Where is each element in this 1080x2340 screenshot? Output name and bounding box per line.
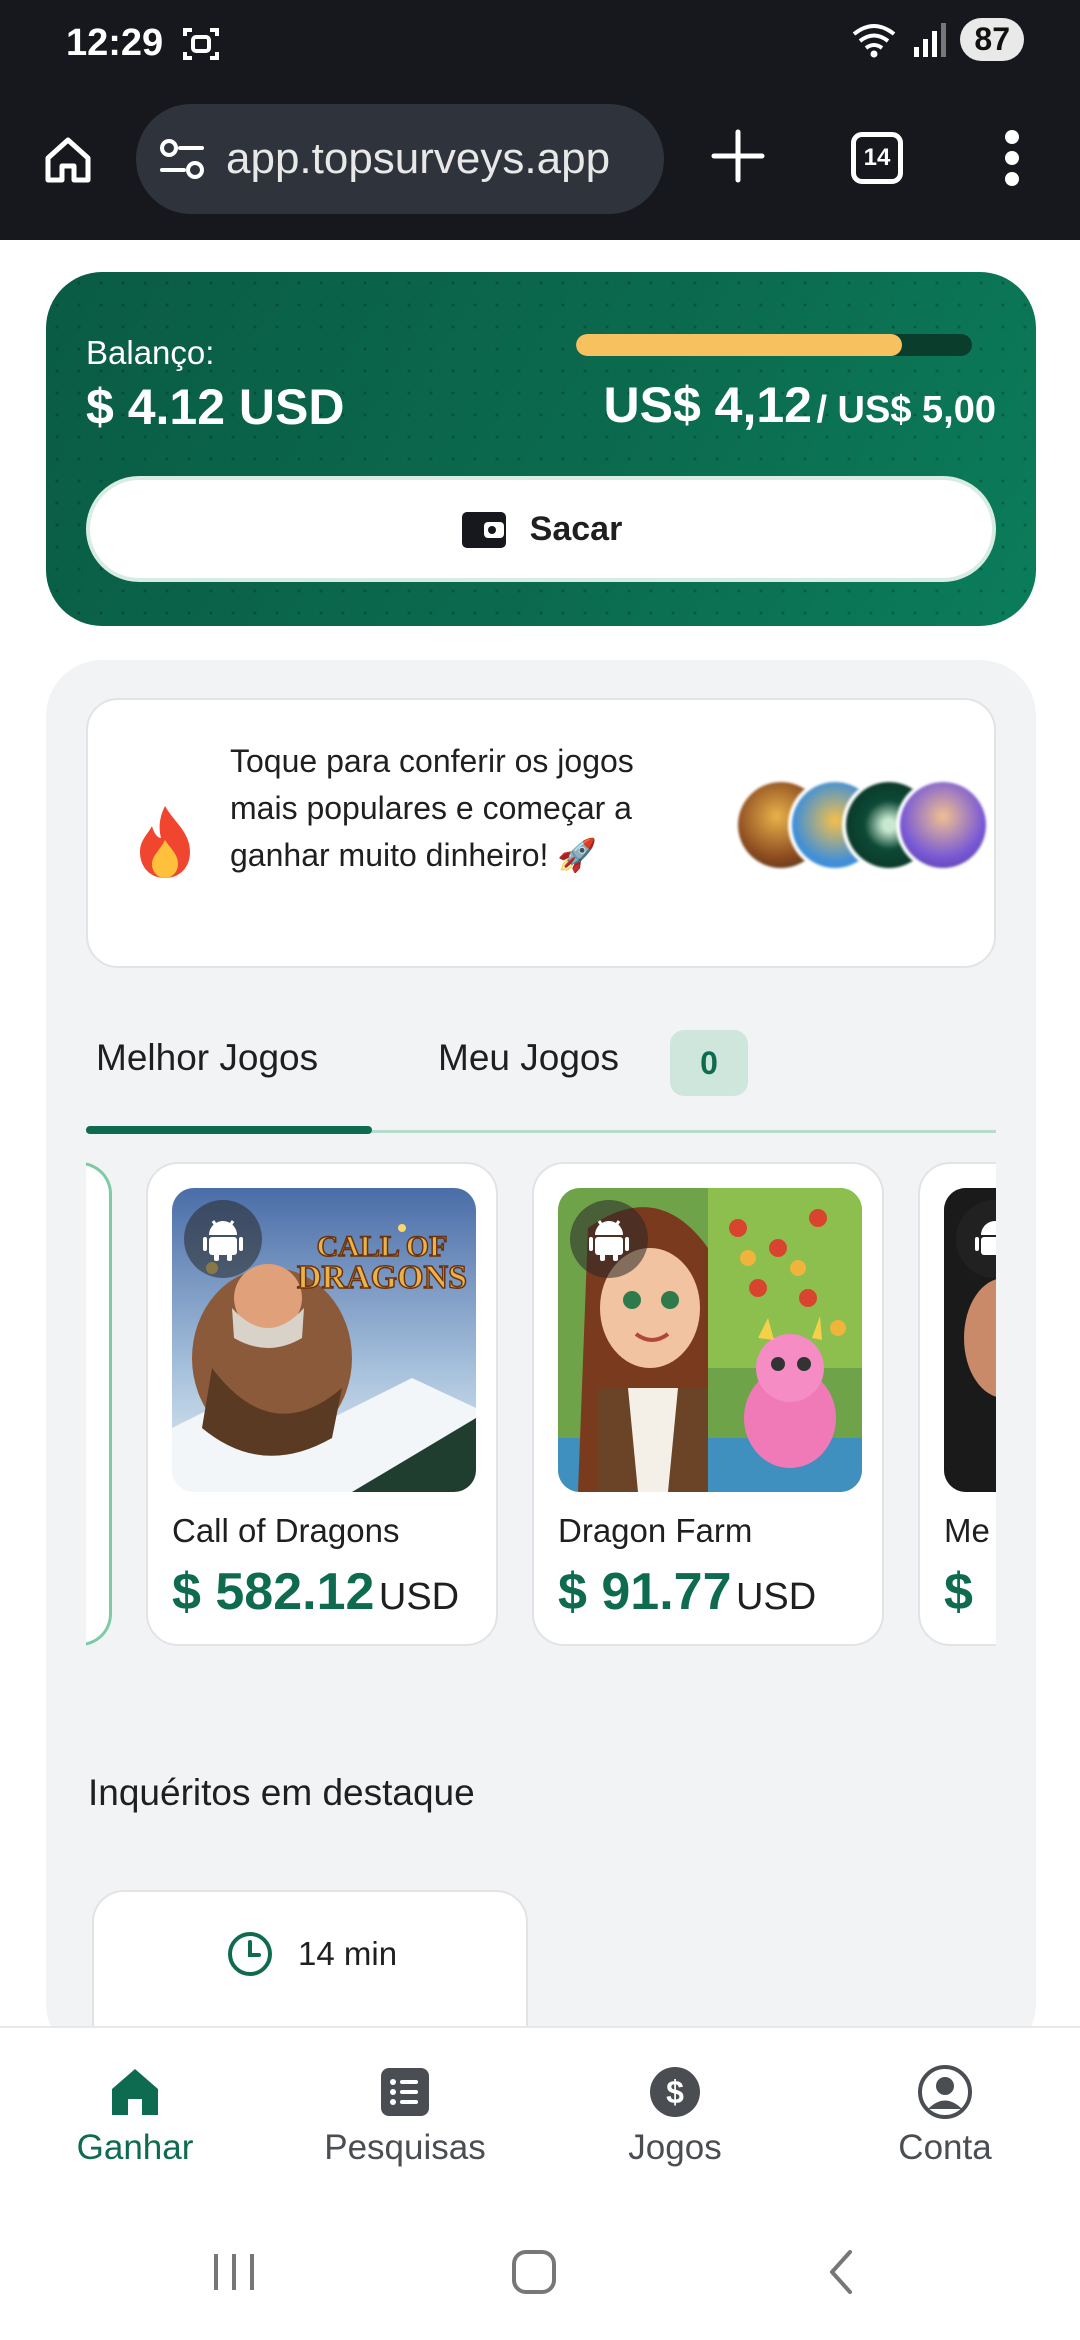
wifi-icon (853, 23, 896, 57)
game-card[interactable]: Dragon Farm $ 91.77 USD (532, 1162, 884, 1646)
goal-target: / US$ 5,00 (816, 389, 996, 431)
android-icon (975, 1221, 996, 1255)
home-button[interactable] (36, 128, 100, 192)
home-icon (105, 2062, 165, 2122)
tab-best-games[interactable]: Melhor Jogos (96, 1010, 318, 1106)
game-reward: $ (944, 1562, 973, 1622)
main-panel: Toque para conferir os jogos mais popula… (46, 660, 1036, 2060)
nav-item-jogos[interactable]: $ Jogos (565, 2062, 785, 2168)
url-text: app.topsurveys.app (226, 134, 611, 183)
game-name: Call of Dragons (172, 1512, 400, 1549)
home-outline-icon (45, 137, 91, 183)
game-card[interactable]: CALL OF DRAGONS Call of Dragons $ 582.12… (146, 1162, 498, 1646)
svg-text:DRAGONS: DRAGONS (297, 1259, 467, 1296)
tab-my-games[interactable]: Meu Jogos (438, 1010, 619, 1106)
list-icon (375, 2062, 435, 2122)
game-reward: $ 582.12 USD (172, 1562, 459, 1622)
reward-currency: USD (378, 1576, 460, 1618)
android-icon (203, 1220, 243, 1261)
status-indicators: 87 (850, 18, 1024, 61)
nav-item-pesquisas[interactable]: Pesquisas (295, 2062, 515, 2168)
popular-game-avatars (734, 778, 994, 878)
balance-label: Balanço: (86, 334, 215, 371)
nav-item-ganhar[interactable]: Ganhar (25, 2062, 245, 2168)
popular-games-banner[interactable]: Toque para conferir os jogos mais popula… (86, 698, 996, 968)
reward-currency: USD (735, 1576, 817, 1618)
featured-surveys-title: Inquéritos em destaque (88, 1772, 475, 1813)
back-icon[interactable] (818, 2248, 866, 2296)
withdraw-label: Sacar (529, 509, 623, 548)
recent-apps-icon[interactable] (210, 2248, 258, 2296)
game-name: Dragon Farm (558, 1512, 753, 1549)
game-thumbnail: CALL OF DRAGONS (172, 1188, 476, 1492)
balance-value: $ 4.12 USD (86, 379, 345, 435)
android-icon (589, 1220, 629, 1261)
games-tabs: Melhor Jogos Meu Jogos 0 (86, 1010, 996, 1106)
nav-label: Ganhar (76, 2128, 194, 2167)
balance-card: Balanço: $ 4.12 USD US$ 4,12 / US$ 5,00 … (46, 272, 1036, 626)
nav-label: Jogos (628, 2128, 722, 2167)
game-avatar (896, 778, 990, 872)
withdraw-progress-bar (576, 334, 972, 356)
android-badge (184, 1200, 262, 1278)
my-games-count-badge: 0 (670, 1030, 748, 1096)
signal-icon (914, 22, 947, 57)
browser-menu-button[interactable] (998, 130, 1026, 186)
site-settings-icon[interactable] (156, 133, 208, 185)
game-name: Me (944, 1512, 990, 1549)
account-icon (915, 2062, 975, 2122)
browser-chrome: 12:29 87 app.topsurveys.app 14 (0, 0, 1080, 240)
status-time: 12:29 (66, 22, 164, 64)
withdraw-button[interactable]: Sacar (86, 476, 996, 582)
dollar-icon: $ (645, 2062, 705, 2122)
android-badge (570, 1200, 648, 1278)
svg-text:$: $ (666, 2074, 684, 2110)
tab-switcher-button[interactable]: 14 (851, 132, 903, 184)
reward-amount: $ 91.77 (558, 1563, 732, 1621)
nav-label: Conta (898, 2128, 992, 2167)
reward-amount: $ 582.12 (172, 1563, 375, 1621)
banner-text: Toque para conferir os jogos mais popula… (230, 743, 634, 873)
game-thumbnail (944, 1188, 996, 1492)
game-card[interactable]: Me $ (918, 1162, 996, 1646)
active-tab-indicator (86, 1126, 372, 1134)
partial-game-card[interactable] (86, 1162, 112, 1646)
home-system-icon[interactable] (510, 2248, 558, 2296)
screenshot-icon (183, 28, 219, 60)
battery-level: 87 (960, 18, 1024, 61)
system-navigation-bar (0, 2204, 1080, 2340)
survey-duration-text: 14 min (298, 1935, 398, 1972)
nav-label: Pesquisas (324, 2128, 486, 2167)
fire-icon (140, 806, 190, 878)
reward-amount: $ (944, 1563, 973, 1621)
nav-item-conta[interactable]: Conta (835, 2062, 1055, 2168)
goal-current: US$ 4,12 (603, 377, 812, 433)
new-tab-icon[interactable] (706, 124, 770, 188)
withdraw-goal: US$ 4,12 / US$ 5,00 (604, 376, 997, 434)
survey-duration: 14 min (226, 1930, 397, 1978)
withdraw-progress-fill (576, 334, 903, 356)
game-thumbnail (558, 1188, 862, 1492)
bottom-navigation: Ganhar Pesquisas $ Jogos Conta (0, 2026, 1080, 2204)
clock-icon (228, 1932, 272, 1976)
wallet-icon (461, 512, 506, 548)
game-reward: $ 91.77 USD (558, 1562, 816, 1622)
address-bar[interactable]: app.topsurveys.app (136, 104, 664, 214)
games-carousel[interactable]: CALL OF DRAGONS Call of Dragons $ 582.12… (86, 1136, 996, 1676)
